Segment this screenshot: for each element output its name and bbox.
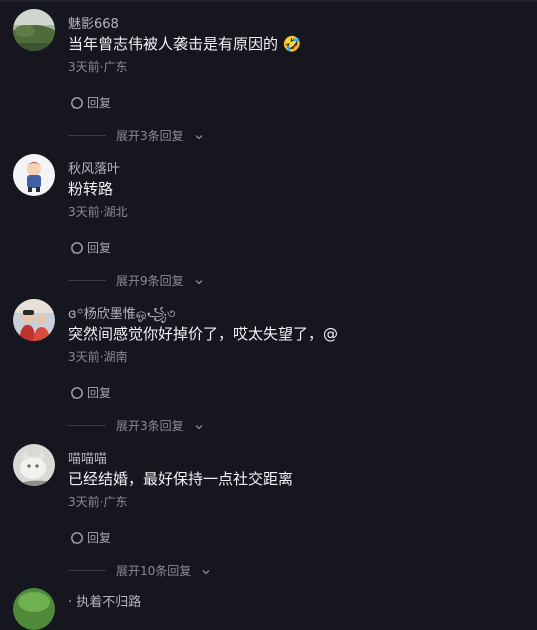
comment-text: 粉转路 — [68, 180, 114, 198]
comment-item: · 执着不归路 — [0, 588, 537, 630]
top-divider — [0, 0, 537, 2]
comment-item: 秋风落叶 粉转路 3天前·湖北 回复 展开9条回复 — [0, 154, 537, 294]
divider-line — [68, 135, 106, 136]
comment-meta: 3天前·湖北 — [68, 205, 128, 219]
avatar[interactable] — [13, 154, 55, 196]
comment-username[interactable]: 魅影668 — [68, 13, 119, 32]
chevron-down-icon — [201, 566, 211, 576]
chevron-down-icon — [194, 276, 204, 286]
expand-replies-label: 展开3条回复 — [116, 129, 184, 143]
reply-button[interactable]: 回复 — [70, 384, 111, 401]
expand-replies-button[interactable]: 展开3条回复 — [68, 127, 204, 144]
comment-text: 已经结婚，最好保持一点社交距离 — [68, 470, 294, 488]
comment-text: 当年曾志伟被人袭击是有原因的 🤣 — [68, 35, 302, 53]
reply-bubble-icon — [70, 241, 84, 255]
comment-item: 魅影668 当年曾志伟被人袭击是有原因的 🤣 3天前·广东 回复 展开3条回复 — [0, 9, 537, 149]
comment-username[interactable]: 喵喵喵 — [68, 448, 107, 467]
avatar[interactable] — [13, 444, 55, 486]
comment-meta: 3天前·广东 — [68, 495, 128, 509]
reply-label: 回复 — [87, 241, 112, 255]
reply-button[interactable]: 回复 — [70, 529, 111, 546]
chevron-down-icon — [194, 131, 204, 141]
expand-replies-button[interactable]: 展开3条回复 — [68, 417, 204, 434]
reply-button[interactable]: 回复 — [70, 94, 111, 111]
expand-replies-label: 展开3条回复 — [116, 419, 184, 433]
chevron-down-icon — [194, 421, 204, 431]
comment-item: ɞ꙳杨欣墨惟ஓ꧁৩ 突然间感觉你好掉价了，哎太失望了，@ 3天前·湖南 回复 展… — [0, 299, 537, 439]
avatar[interactable] — [13, 588, 55, 630]
avatar[interactable] — [13, 299, 55, 341]
comment-meta: 3天前·湖南 — [68, 350, 128, 364]
expand-replies-label: 展开9条回复 — [116, 274, 184, 288]
reply-bubble-icon — [70, 96, 84, 110]
expand-replies-button[interactable]: 展开10条回复 — [68, 562, 211, 579]
reply-button[interactable]: 回复 — [70, 239, 111, 256]
reply-label: 回复 — [87, 96, 112, 110]
avatar[interactable] — [13, 9, 55, 51]
divider-line — [68, 280, 106, 281]
reply-bubble-icon — [70, 386, 84, 400]
comment-username[interactable]: · 执着不归路 — [68, 591, 141, 610]
expand-replies-button[interactable]: 展开9条回复 — [68, 272, 204, 289]
comment-item: 喵喵喵 已经结婚，最好保持一点社交距离 3天前·广东 回复 展开10条回复 — [0, 444, 537, 584]
comment-meta: 3天前·广东 — [68, 60, 128, 74]
comment-text: 突然间感觉你好掉价了，哎太失望了，@ — [68, 325, 339, 343]
expand-replies-label: 展开10条回复 — [116, 564, 192, 578]
comment-username[interactable]: 秋风落叶 — [68, 158, 120, 177]
reply-label: 回复 — [87, 531, 112, 545]
reply-label: 回复 — [87, 386, 112, 400]
divider-line — [68, 425, 106, 426]
reply-bubble-icon — [70, 531, 84, 545]
divider-line — [68, 570, 106, 571]
